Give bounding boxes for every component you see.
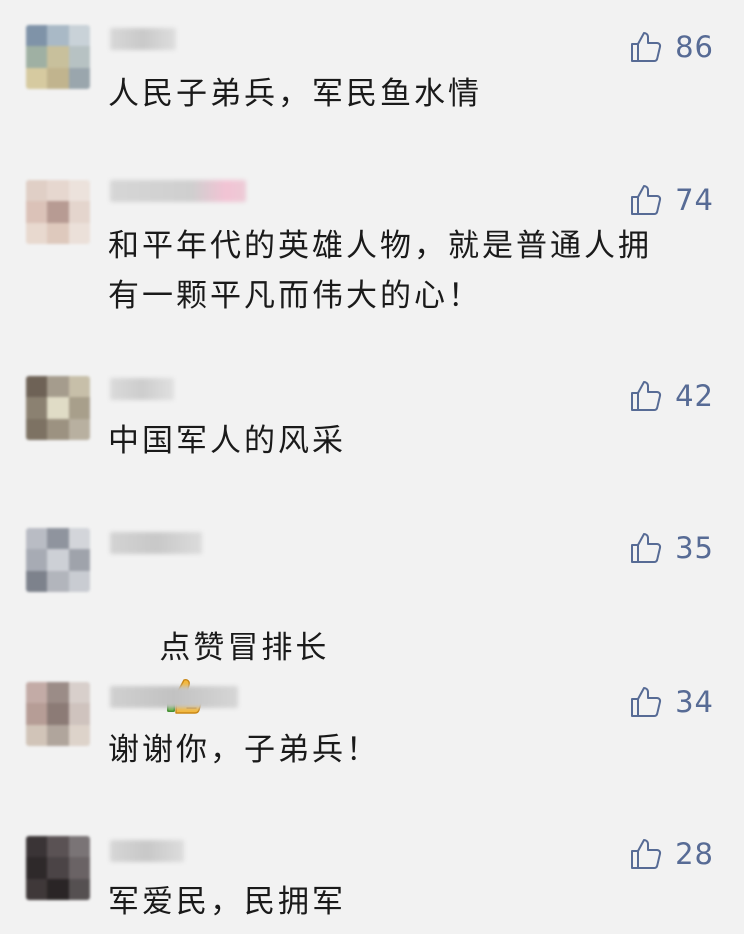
avatar[interactable]	[26, 25, 90, 89]
like-button[interactable]: 42	[629, 376, 714, 416]
like-count: 86	[675, 30, 714, 64]
nickname[interactable]	[110, 28, 176, 50]
like-button[interactable]: 34	[629, 682, 714, 722]
avatar[interactable]	[26, 376, 90, 440]
like-count: 35	[675, 531, 714, 565]
comment-text: 中国军人的风采	[108, 423, 346, 459]
like-count: 34	[675, 685, 714, 719]
nickname[interactable]	[110, 532, 202, 554]
like-button[interactable]: 74	[629, 180, 714, 220]
avatar[interactable]	[26, 836, 90, 900]
like-count: 42	[675, 379, 714, 413]
nickname[interactable]	[110, 840, 184, 862]
like-count: 74	[675, 183, 714, 217]
nickname[interactable]	[110, 378, 174, 400]
thumbs-up-icon	[631, 185, 662, 215]
thumbs-up-icon	[631, 381, 662, 411]
thumbs-up-icon	[631, 687, 662, 717]
comment-text: 和平年代的英雄人物，就是普通人拥 有一颗平凡而伟大的心！	[108, 228, 652, 314]
comment-text: 人民子弟兵，军民鱼水情	[108, 76, 482, 112]
avatar[interactable]	[26, 180, 90, 244]
comment-text: 谢谢你，子弟兵！	[108, 732, 380, 768]
thumbs-up-icon	[631, 839, 662, 869]
like-count: 28	[675, 837, 714, 871]
like-button[interactable]: 28	[629, 834, 714, 874]
like-button[interactable]: 35	[629, 528, 714, 568]
comment-text-content: 点赞冒排长	[159, 630, 330, 666]
avatar[interactable]	[26, 682, 90, 746]
nickname[interactable]	[110, 180, 246, 202]
nickname[interactable]	[110, 686, 238, 708]
comment-text: 军爱民，民拥军	[108, 884, 346, 920]
like-button[interactable]: 86	[629, 27, 714, 67]
avatar[interactable]	[26, 528, 90, 592]
thumbs-up-icon	[631, 32, 662, 62]
thumbs-up-icon	[631, 533, 662, 563]
